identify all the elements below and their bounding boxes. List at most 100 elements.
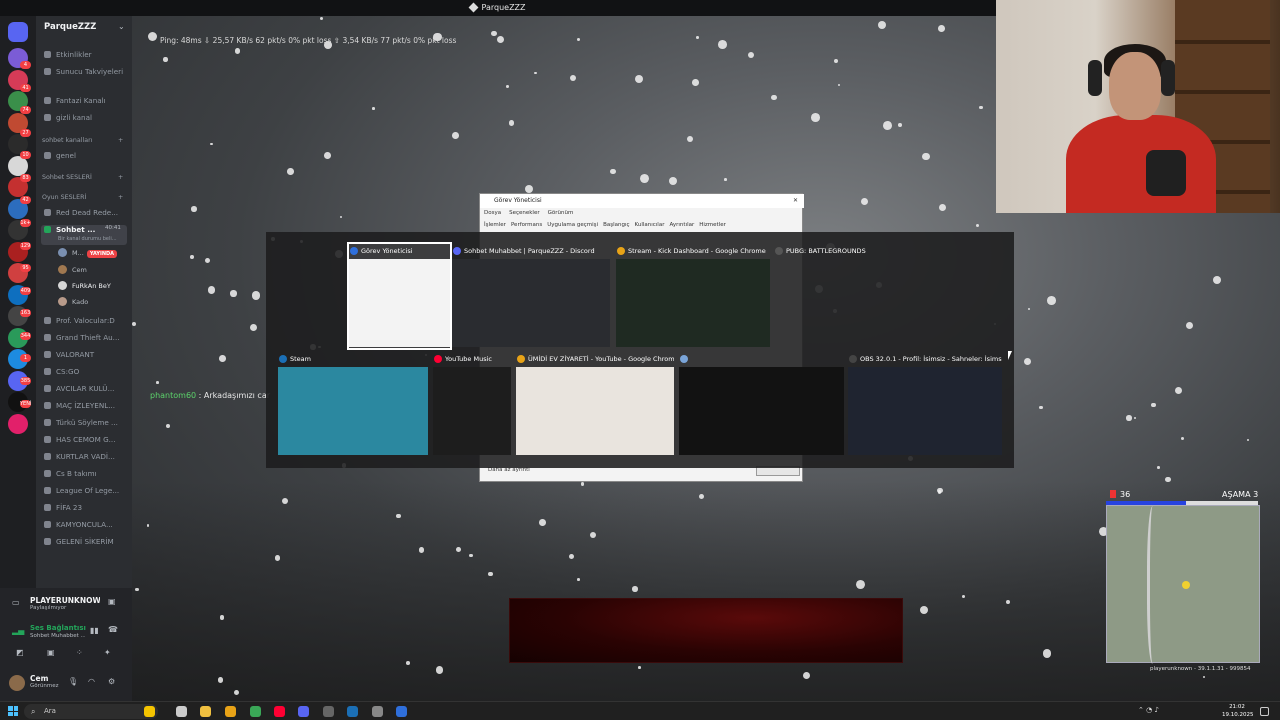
speaker-icon [44, 114, 51, 121]
share-screen-icon[interactable]: ▣ [108, 597, 116, 606]
chrome-icon[interactable] [225, 706, 236, 717]
screen-share-icon[interactable]: ▣ [47, 648, 55, 657]
tab-startup[interactable]: Başlangıç [603, 222, 629, 228]
alt-tab-window[interactable]: Steam [278, 352, 428, 456]
alt-tab-window[interactable]: Stream - Kick Dashboard - Google Chrome [616, 244, 770, 348]
menu-options[interactable]: Seçenekler [509, 210, 540, 216]
headphones-icon[interactable]: ◠ [88, 677, 95, 686]
snowflake [979, 105, 983, 110]
channel-item[interactable]: CS:GO [44, 367, 128, 376]
channel-gizli[interactable]: gizli kanal [44, 113, 128, 122]
taskbar-search[interactable]: ⌕ Ara [24, 704, 158, 719]
speaker-icon [44, 521, 51, 528]
alt-tab-window[interactable]: ÜMİDİ EV ZİYARETİ - YouTube - Google Chr… [516, 352, 674, 456]
alt-tab-title [679, 352, 844, 366]
channel-active-voice[interactable]: Sohbet ... 40:41 [41, 225, 127, 245]
activity-status: Paylaşılmıyor [30, 605, 67, 611]
snowflake [878, 21, 887, 30]
voice-member[interactable]: Cem [58, 265, 87, 274]
noise-icon[interactable]: ▮▮ [90, 626, 99, 635]
alt-tab-window[interactable]: OBS 32.0.1 - Profil: İsimsiz - Sahneler:… [848, 352, 1002, 456]
soundboard-icon[interactable]: ✦ [104, 648, 111, 657]
steam-icon[interactable] [347, 706, 358, 717]
alt-tab-window[interactable]: Sohbet Muhabbet | ParqueZZZ - Discord [452, 244, 610, 348]
channel-fantazi[interactable]: Fantazi Kanalı [44, 96, 128, 105]
tab-app-history[interactable]: Uygulama geçmişi [547, 222, 598, 228]
copilot-icon[interactable] [144, 706, 155, 717]
tab-users[interactable]: Kullanıcılar [635, 222, 665, 228]
task-view-icon[interactable] [176, 706, 187, 717]
channel-item[interactable]: Grand Thieft Au... [44, 333, 128, 342]
file-explorer-icon[interactable] [200, 706, 211, 717]
channel-item[interactable]: VALORANT [44, 350, 128, 359]
notification-icon[interactable] [1260, 707, 1269, 716]
voice-channel-name[interactable]: Sohbet Muhabbet ... [30, 633, 85, 639]
category-voice[interactable]: Sohbet SESLERİ + [42, 174, 123, 181]
channel-item[interactable]: Cs B takımı [44, 469, 128, 478]
channel-item[interactable]: AVCILAR KULÜ... [44, 384, 128, 393]
gear-icon[interactable]: ⚙ [108, 677, 115, 686]
add-channel-icon[interactable]: + [118, 194, 123, 201]
channel-item[interactable]: League Of Lege... [44, 486, 128, 495]
sidebar-item-boosts[interactable]: Sunucu Takviyeleri [44, 67, 128, 76]
chevron-down-icon[interactable]: ⌄ [118, 22, 125, 31]
channel-item[interactable]: KURTLAR VADİ... [44, 452, 128, 461]
snowflake [219, 355, 226, 362]
windows-taskbar: ⌕ Ara ⌃ ◔ ♪ 21:02 19.10.2025 [0, 701, 1280, 720]
tab-performance[interactable]: Performans [511, 222, 542, 228]
add-channel-icon[interactable]: + [118, 174, 123, 181]
snowflake [802, 672, 810, 680]
server-icon[interactable] [8, 413, 28, 434]
tab-details[interactable]: Ayrıntılar [669, 222, 694, 228]
alt-tab-window[interactable]: YouTube Music [433, 352, 511, 456]
channel-genel[interactable]: genel [44, 151, 128, 160]
server-name[interactable]: ParqueZZZ [44, 22, 96, 32]
disconnect-icon[interactable]: ☎ [108, 625, 118, 634]
close-icon[interactable]: ✕ [793, 194, 798, 208]
menu-file[interactable]: Dosya [484, 210, 501, 216]
taskbar-clock[interactable]: 21:02 19.10.2025 [1222, 703, 1254, 719]
tab-services[interactable]: Hizmetler [699, 222, 726, 228]
voice-connected[interactable]: Ses Bağlantısı [30, 624, 88, 632]
channel-item[interactable]: Prof. Valocular:D [44, 316, 128, 325]
microphone-icon[interactable]: 🎙 [68, 677, 78, 686]
category-games[interactable]: Oyun SESLERİ + [42, 194, 123, 201]
channel-item[interactable]: KAMYONCULA... [44, 520, 128, 529]
sidebar-item-events[interactable]: Etkinlikler [44, 50, 128, 59]
pubg-icon[interactable] [372, 706, 383, 717]
obs-icon[interactable] [323, 706, 334, 717]
channel-red-dead[interactable]: Red Dead Rede... [44, 208, 128, 217]
avatar[interactable] [9, 675, 25, 691]
channel-item[interactable]: HAS CEMOM G... [44, 435, 128, 444]
menu-view[interactable]: Görünüm [548, 210, 574, 216]
camera-icon[interactable]: ◩ [16, 648, 24, 657]
add-channel-icon[interactable]: + [118, 137, 123, 144]
user-name[interactable]: Cem [30, 674, 48, 683]
task-manager-titlebar[interactable]: Görev Yöneticisi ✕ [480, 194, 804, 208]
channel-item[interactable]: FİFA 23 [44, 503, 128, 512]
snowflake [610, 168, 616, 175]
discord-home-icon[interactable] [8, 22, 28, 42]
voice-member[interactable]: FuRkAn BeY [58, 281, 111, 290]
snowflake [638, 665, 642, 669]
channel-item[interactable]: GELENİ SİKERİM [44, 537, 128, 546]
start-button[interactable] [8, 706, 18, 716]
channel-item[interactable]: MAÇ İZLEYENL... [44, 401, 128, 410]
youtube-music-icon[interactable] [274, 706, 285, 717]
alt-tab-window[interactable]: PUBG: BATTLEGROUNDS [774, 244, 1004, 348]
discord-icon[interactable] [298, 706, 309, 717]
category-text[interactable]: sohbet kanalları + [42, 137, 123, 144]
channel-item[interactable]: Türkü Söyleme ... [44, 418, 128, 427]
alt-tab-window[interactable]: Görev Yöneticisi [347, 242, 452, 350]
chrome-icon[interactable] [250, 706, 261, 717]
voice-member[interactable]: Kado [58, 297, 88, 306]
alt-tab-window[interactable] [679, 352, 844, 456]
chevron-up-icon[interactable]: ⌃ [1138, 706, 1144, 714]
wifi-icon[interactable]: ◔ [1146, 706, 1152, 714]
speaker-icon [44, 402, 51, 409]
task-manager-icon[interactable] [396, 706, 407, 717]
tab-processes[interactable]: İşlemler [484, 222, 506, 228]
activities-icon[interactable]: ⁘ [76, 648, 83, 657]
volume-icon[interactable]: ♪ [1154, 706, 1158, 714]
voice-member[interactable]: M... YAYINDA [58, 248, 118, 258]
